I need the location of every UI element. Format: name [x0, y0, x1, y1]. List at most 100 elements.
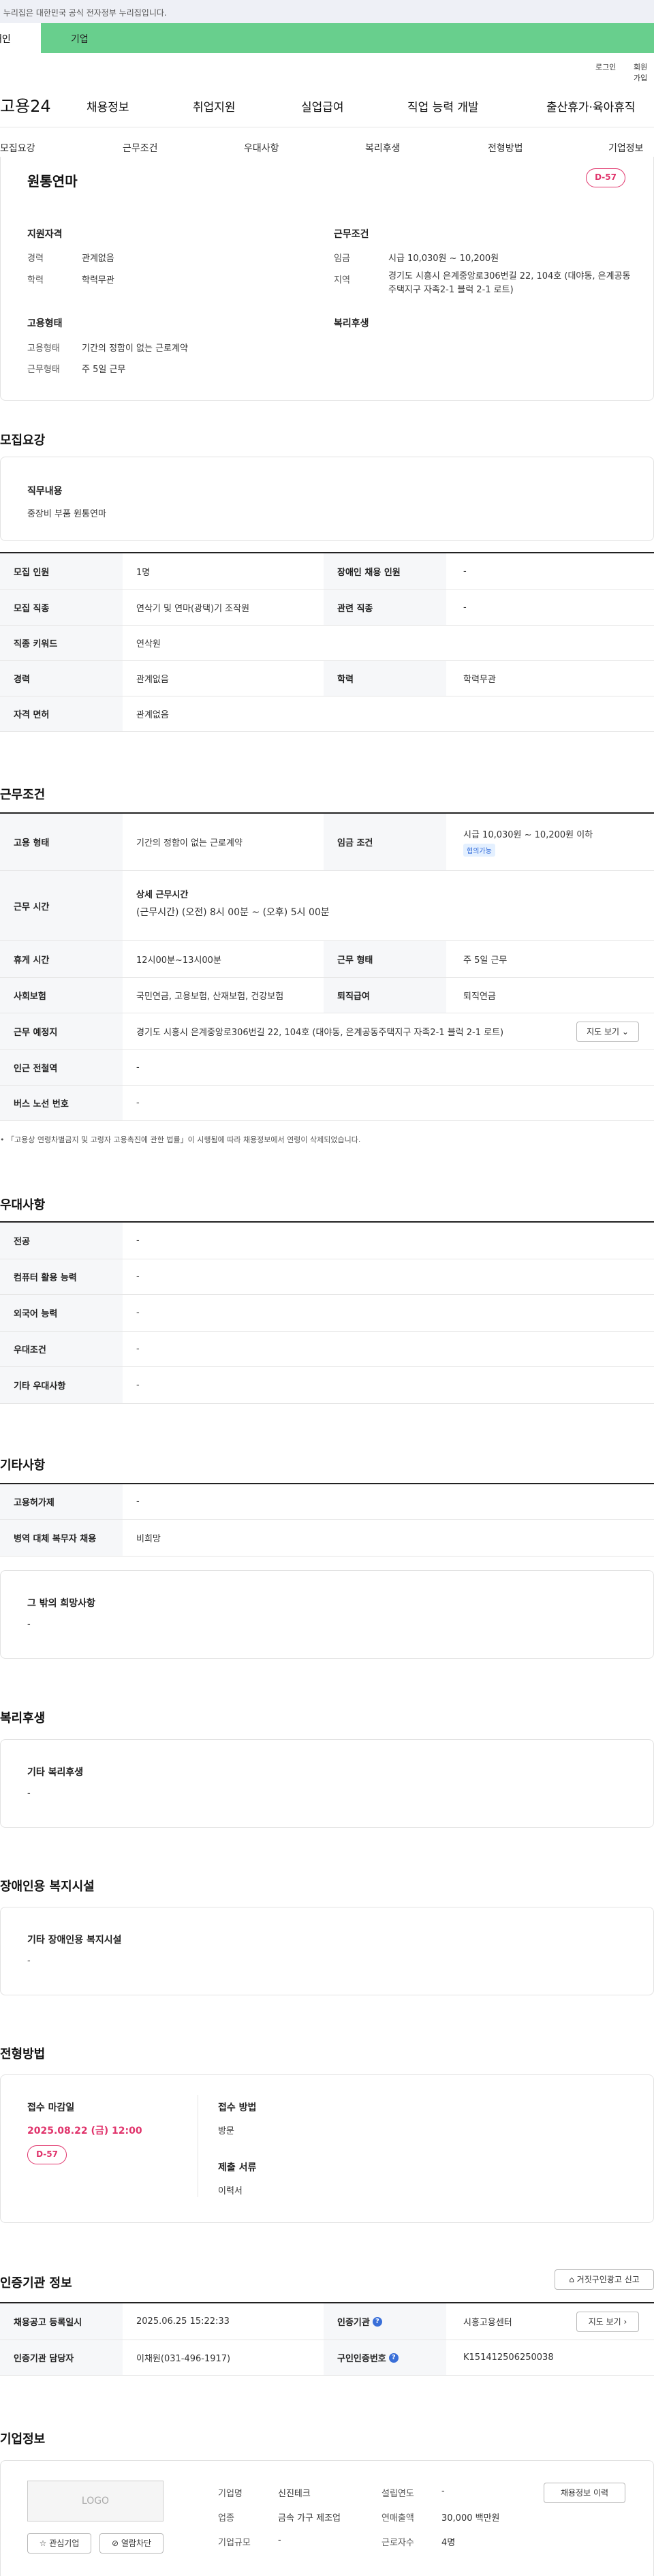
table-row: 모집 직종 연삭기 및 연마(광택)기 조작원 관련 직종 - [0, 590, 654, 626]
row-header: 경력 [0, 661, 123, 696]
duty-heading: 직무내용 [27, 486, 63, 497]
section-title-cert: 인증기관 정보 [0, 2276, 72, 2290]
map-button-label: 지도 보기 [588, 2317, 621, 2327]
exp-value: 관계없음 [82, 254, 114, 264]
tab-corp[interactable]: 기업 [71, 32, 89, 46]
section-title-welfare: 복리후생 [0, 1711, 46, 1726]
table-row: 근무 예정지 경기도 시흥시 은계중앙로306번길 22, 104호 (대야동,… [0, 1013, 654, 1050]
row-value: 연삭원 [136, 639, 161, 649]
section-title-etc: 기타사항 [0, 1458, 46, 1473]
negotiable-badge: 협의가능 [463, 844, 495, 857]
star-icon: ☆ [39, 2539, 47, 2548]
row-header: 모집 직종 [0, 590, 123, 625]
row-value: 관계없음 [136, 675, 169, 685]
row-value: - [136, 1062, 140, 1073]
row-header: 고용 형태 [0, 814, 123, 870]
logo-placeholder-text: LOGO [81, 2496, 110, 2506]
conditions-table: 고용 형태 기간의 정함이 없는 근로계약 임금 조건 시급 10,030원 ~… [0, 812, 654, 1121]
table-row: 병역 대체 복무자 채용 비희망 [0, 1520, 654, 1557]
row-value: 학력무관 [463, 675, 496, 685]
help-icon[interactable]: ? [388, 2352, 399, 2363]
org-header-label: 인증기관 [337, 2318, 370, 2328]
welfare-card-value: - [27, 1788, 31, 1798]
favorite-label: 관심기업 [49, 2539, 80, 2548]
report-fake-ad-button[interactable]: ⌂ 거짓구인광고 신고 [555, 2269, 654, 2290]
help-icon[interactable]: ? [372, 2316, 382, 2327]
disabled-card-value: - [27, 1956, 31, 1966]
subnav-conditions[interactable]: 근무조건 [123, 141, 158, 155]
employment-heading: 고용형태 [27, 318, 63, 329]
table-row: 경력 관계없음 학력 학력무관 [0, 661, 654, 696]
tab-person[interactable]: 개인 [0, 23, 41, 53]
row-header: 모집 인원 [0, 553, 123, 589]
sales-label: 연매출액 [382, 2513, 414, 2524]
wtype-label: 근무형태 [27, 365, 60, 375]
site-logo[interactable]: 고용24 [0, 93, 51, 117]
company-logo: LOGO [27, 2481, 164, 2521]
home-icon: ⌂ [569, 2275, 574, 2284]
table-row: 전공 - [0, 1223, 654, 1259]
row-header: 관련 직종 [324, 590, 446, 625]
gnb-employment-support[interactable]: 취업지원 [193, 97, 236, 114]
table-row: 외국어 능력 - [0, 1295, 654, 1332]
etype-value: 기간의 정함이 없는 근로계약 [82, 343, 188, 354]
row-value: 시흥고용센터 [463, 2318, 512, 2328]
row-header: 근무 형태 [324, 941, 446, 977]
row-header: 사회보험 [0, 978, 123, 1013]
table-row: 컴퓨터 활용 능력 - [0, 1259, 654, 1295]
wish-value: - [27, 1619, 31, 1629]
row-value: - [136, 1236, 140, 1246]
company-size-label: 기업규모 [218, 2538, 251, 2548]
age-notice: • 「고용상 연령차별금지 및 고령자 고용촉진에 관한 법률」이 시행됨에 따… [0, 1135, 361, 1144]
row-value: 경기도 시흥시 은계중앙로306번길 22, 104호 (대야동, 은계공동주택… [136, 1028, 504, 1038]
map-button[interactable]: 지도 보기 ⌄ [576, 1022, 639, 1042]
row-value: - [136, 1098, 140, 1108]
table-row: 고용 형태 기간의 정함이 없는 근로계약 임금 조건 시급 10,030원 ~… [0, 814, 654, 871]
row-header: 외국어 능력 [0, 1295, 123, 1331]
gnb-jobs[interactable]: 채용정보 [87, 97, 129, 114]
cert-map-button[interactable]: 지도 보기 › [576, 2312, 639, 2332]
selection-card [0, 2074, 654, 2223]
company-name-value: 신진테크 [278, 2489, 311, 2499]
subnav-selection[interactable]: 전형방법 [488, 141, 523, 155]
hiring-history-button[interactable]: 채용정보 이력 [544, 2483, 625, 2503]
row-header: 인증기관 담당자 [0, 2340, 123, 2375]
company-name-label: 기업명 [218, 2489, 243, 2499]
block-label: 열람차단 [121, 2539, 152, 2548]
table-row: 모집 인원 1명 장애인 채용 인원 - [0, 553, 654, 590]
subnav-welfare[interactable]: 복리후생 [365, 141, 401, 155]
wish-card [0, 1570, 654, 1659]
gnb-unemployment-benefit[interactable]: 실업급여 [301, 97, 344, 114]
tab-person-label: 개인 [0, 34, 11, 45]
section-title-conditions: 근무조건 [0, 788, 46, 802]
chevron-right-icon: › [623, 2317, 627, 2327]
row-header: 자격 면허 [0, 696, 123, 731]
block-view-button[interactable]: ⊘ 열람차단 [99, 2533, 164, 2554]
subnav-recruit[interactable]: 모집요강 [0, 141, 35, 155]
row-value: 2025.06.25 15:22:33 [136, 2316, 230, 2327]
docs-value: 이력서 [218, 2186, 243, 2196]
row-header: 장애인 채용 인원 [324, 553, 446, 589]
subnav-company[interactable]: 기업정보 [608, 141, 644, 155]
table-row: 직종 키워드 연삭원 [0, 626, 654, 661]
gnb-parental-leave[interactable]: 출산휴가·육아휴직 [546, 97, 636, 114]
certno-header-label: 구인인증번호 [337, 2354, 386, 2364]
row-value: - [463, 602, 467, 613]
table-row: 휴게 시간 12시00분~13시00분 근무 형태 주 5일 근무 [0, 941, 654, 978]
row-header: 병역 대체 복무자 채용 [0, 1520, 123, 1556]
row-header-org: 인증기관? [324, 2303, 446, 2340]
row-value: - [136, 1344, 140, 1354]
favorite-company-button[interactable]: ☆ 관심기업 [27, 2533, 91, 2554]
row-value: 12시00분~13시00분 [136, 955, 221, 966]
row-header: 근무 시간 [0, 871, 123, 940]
section-title-preferences: 우대사항 [0, 1198, 46, 1212]
login-link[interactable]: 로그인 [595, 61, 616, 72]
row-header: 근무 예정지 [0, 1013, 123, 1049]
deadline-heading: 접수 마감일 [27, 2102, 75, 2113]
row-header: 고용허가제 [0, 1484, 123, 1519]
join-link[interactable]: 회원가입 [634, 61, 654, 83]
subnav-preferences[interactable]: 우대사항 [244, 141, 279, 155]
section-title-disabled: 장애인용 복지시설 [0, 1880, 95, 1894]
gnb-training[interactable]: 직업 능력 개발 [407, 97, 479, 114]
founded-label: 설립연도 [382, 2489, 414, 2499]
